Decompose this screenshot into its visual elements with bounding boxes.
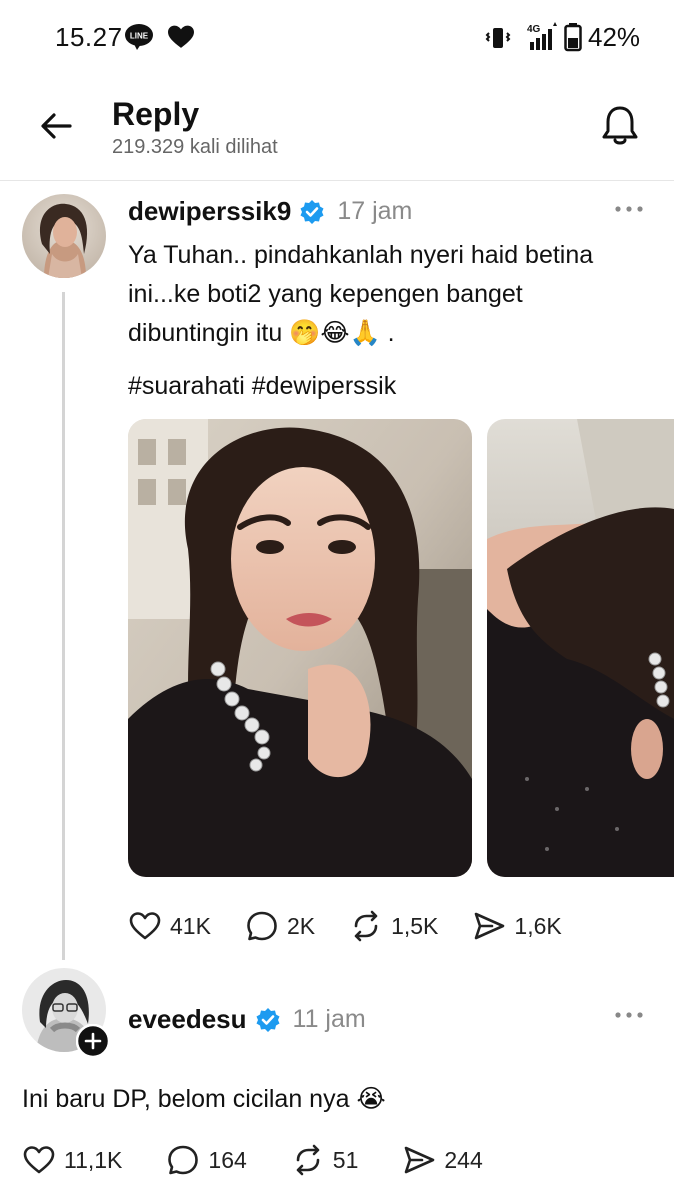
- verified-badge-icon: [256, 1007, 280, 1032]
- repost-icon: [296, 1144, 320, 1176]
- post-photo[interactable]: [128, 419, 472, 877]
- repost-button[interactable]: 51: [291, 1143, 359, 1177]
- reply-username[interactable]: eveedesu: [128, 1004, 247, 1035]
- comment-icon: [247, 911, 277, 941]
- back-arrow-icon[interactable]: [36, 106, 76, 146]
- avatar[interactable]: [22, 194, 106, 278]
- more-options-icon[interactable]: [614, 204, 644, 214]
- thread-line: [62, 292, 65, 960]
- send-icon: [475, 912, 505, 940]
- comment-icon: [168, 1145, 199, 1175]
- status-bar: 15.27 LINE 4G 42%: [0, 0, 674, 76]
- reply-author-row: eveedesu 11 jam: [128, 1004, 366, 1035]
- post-text-line: Ya Tuhan.. pindahkanlah nyeri haid betin…: [128, 241, 594, 269]
- battery-percent: 42%: [588, 22, 641, 52]
- more-options-icon[interactable]: [614, 1010, 644, 1020]
- signal-4g-icon: 4G: [527, 22, 557, 50]
- post-text-line: dibuntingin itu 🤭😂🙏 .: [128, 319, 395, 347]
- photo-image: [128, 419, 472, 877]
- post-author-row: dewiperssik9 17 jam: [128, 196, 412, 227]
- network-label: 4G: [527, 24, 541, 35]
- share-button[interactable]: 244: [402, 1143, 483, 1177]
- repost-icon: [354, 910, 378, 942]
- heart-status-icon: [168, 25, 194, 48]
- view-count: 219.329 kali dilihat: [112, 136, 278, 158]
- post-text-line: ini...ke boti2 yang kepengen banget: [128, 280, 523, 308]
- like-count: 11,1K: [64, 1146, 123, 1173]
- share-count: 1,6K: [514, 912, 562, 939]
- reply-button[interactable]: 164: [166, 1143, 247, 1177]
- notification-bell-icon[interactable]: [600, 104, 640, 148]
- send-icon: [405, 1146, 435, 1174]
- avatar-image: [22, 194, 106, 278]
- battery-icon: [564, 23, 582, 52]
- like-button[interactable]: 11,1K: [22, 1143, 122, 1177]
- post-action-bar: 41K 2K 1,5K 1,6K: [128, 909, 562, 943]
- repost-count: 51: [332, 1146, 359, 1173]
- reply-time: 11 jam: [292, 1005, 366, 1033]
- share-count: 244: [444, 1146, 483, 1173]
- vibrate-icon: [485, 28, 511, 48]
- post-hashtags[interactable]: #suarahati #dewiperssik: [128, 372, 396, 401]
- repost-count: 1,5K: [391, 912, 439, 939]
- reply-count: 164: [208, 1146, 247, 1173]
- heart-icon: [129, 912, 161, 940]
- post-text: Ya Tuhan.. pindahkanlah nyeri haid betin…: [128, 236, 658, 353]
- repost-button[interactable]: 1,5K: [349, 909, 438, 943]
- reply-count: 2K: [286, 912, 316, 939]
- post-emojis: 🤭😂🙏: [289, 319, 381, 347]
- like-button[interactable]: 41K: [128, 909, 211, 943]
- verified-badge-icon: [300, 199, 324, 224]
- post-photo[interactable]: [487, 419, 674, 877]
- top-app-bar: Reply 219.329 kali dilihat: [0, 76, 674, 181]
- reply-emoji: 😭: [356, 1085, 386, 1113]
- like-count: 41K: [170, 912, 211, 939]
- reply-action-bar: 11,1K 164 51 244: [22, 1143, 483, 1177]
- reply-button[interactable]: 2K: [245, 909, 315, 943]
- page-title: Reply: [112, 96, 200, 132]
- status-time: 15.27: [55, 22, 123, 52]
- line-badge-text: LINE: [130, 32, 149, 41]
- post-username[interactable]: dewiperssik9: [128, 196, 291, 227]
- reply-text: Ini baru DP, belom cicilan nya 😭: [22, 1085, 386, 1113]
- line-app-icon: LINE: [125, 24, 153, 50]
- photo-image: [487, 419, 674, 877]
- post-time: 17 jam: [337, 197, 413, 225]
- share-button[interactable]: 1,6K: [472, 909, 562, 943]
- heart-icon: [23, 1146, 55, 1174]
- follow-plus-icon[interactable]: [76, 1024, 110, 1058]
